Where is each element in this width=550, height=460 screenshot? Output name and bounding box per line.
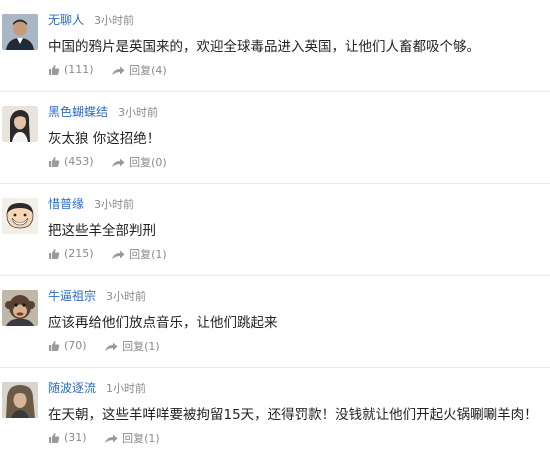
thumbs-up-icon	[49, 249, 60, 259]
reply-count: (1)	[151, 248, 167, 261]
like-button[interactable]: (453)	[48, 155, 94, 169]
woman-portrait-avatar-icon	[2, 106, 38, 142]
reply-label: 回复	[122, 340, 145, 353]
username-link[interactable]: 惜普缘	[48, 197, 84, 211]
man-portrait-avatar-icon	[2, 14, 38, 50]
comment-text: 灰太狼 你这招绝！	[48, 131, 161, 147]
user-avatar[interactable]	[2, 14, 38, 50]
reply-count: (4)	[151, 64, 167, 77]
comment-text: 把这些羊全部判刑	[48, 223, 156, 239]
reply-count: (0)	[151, 156, 167, 169]
username-link[interactable]: 牛逼祖宗	[48, 289, 96, 303]
reply-count: (1)	[144, 432, 160, 445]
like-button[interactable]: (215)	[48, 247, 94, 261]
reply-button[interactable]: 回复 (1)	[104, 340, 160, 354]
comment-item: 黑色蝴蝶结 3小时前 灰太狼 你这招绝！ (453) 回复 (0)	[0, 92, 550, 184]
comment-time: 3小时前	[94, 198, 135, 211]
thumbs-up-icon	[49, 433, 60, 443]
user-avatar[interactable]	[2, 106, 38, 142]
reply-arrow-icon	[105, 342, 118, 351]
reply-arrow-icon	[105, 434, 118, 443]
like-button[interactable]: (111)	[48, 63, 94, 77]
reply-button[interactable]: 回复 (0)	[111, 156, 167, 170]
reply-label: 回复	[129, 156, 152, 169]
like-button[interactable]: (31)	[48, 431, 87, 445]
user-avatar[interactable]	[2, 198, 38, 234]
reply-button[interactable]: 回复 (4)	[111, 64, 167, 78]
comment-list: 无聊人 3小时前 中国的鸦片是英国来的，欢迎全球毒品进入英国，让他们人畜都吸个够。…	[0, 0, 550, 460]
comment-item: 惜普缘 3小时前 把这些羊全部判刑 (215) 回复 (1)	[0, 184, 550, 276]
thumbs-up-icon	[49, 341, 60, 351]
reply-button[interactable]: 回复 (1)	[104, 432, 160, 446]
username-link[interactable]: 黑色蝴蝶结	[48, 105, 108, 119]
username-link[interactable]: 随波逐流	[48, 381, 96, 395]
monkey-avatar-icon	[2, 290, 38, 326]
reply-label: 回复	[122, 432, 145, 445]
comment-time: 3小时前	[106, 290, 147, 303]
comment-time: 1小时前	[106, 382, 147, 395]
comment-time: 3小时前	[94, 14, 135, 27]
reply-arrow-icon	[112, 250, 125, 259]
reply-label: 回复	[129, 64, 152, 77]
cartoon-boy-avatar-icon	[2, 198, 38, 234]
user-avatar[interactable]	[2, 382, 38, 418]
reply-arrow-icon	[112, 66, 125, 75]
comment-time: 3小时前	[118, 106, 159, 119]
comment-text: 在天朝，这些羊咩咩要被拘留15天，还得罚款！没钱就让他们开起火锅唰唰羊肉！	[48, 407, 538, 423]
like-count: (31)	[64, 431, 87, 444]
reply-arrow-icon	[112, 158, 125, 167]
comment-item: 无聊人 3小时前 中国的鸦片是英国来的，欢迎全球毒品进入英国，让他们人畜都吸个够。…	[0, 0, 550, 92]
like-button[interactable]: (70)	[48, 339, 87, 353]
comment-text: 应该再给他们放点音乐，让他们跳起来	[48, 315, 278, 331]
comment-item: 随波逐流 1小时前 在天朝，这些羊咩咩要被拘留15天，还得罚款！没钱就让他们开起火…	[0, 368, 550, 460]
like-count: (111)	[64, 63, 94, 76]
like-count: (453)	[64, 155, 94, 168]
reply-button[interactable]: 回复 (1)	[111, 248, 167, 262]
thumbs-up-icon	[49, 157, 60, 167]
reply-label: 回复	[129, 248, 152, 261]
comment-text: 中国的鸦片是英国来的，欢迎全球毒品进入英国，让他们人畜都吸个够。	[48, 39, 480, 55]
user-avatar[interactable]	[2, 290, 38, 326]
like-count: (215)	[64, 247, 94, 260]
reply-count: (1)	[144, 340, 160, 353]
like-count: (70)	[64, 339, 87, 352]
thumbs-up-icon	[49, 65, 60, 75]
long-hair-avatar-icon	[2, 382, 38, 418]
comment-item: 牛逼祖宗 3小时前 应该再给他们放点音乐，让他们跳起来 (70) 回复 (1)	[0, 276, 550, 368]
username-link[interactable]: 无聊人	[48, 13, 84, 27]
